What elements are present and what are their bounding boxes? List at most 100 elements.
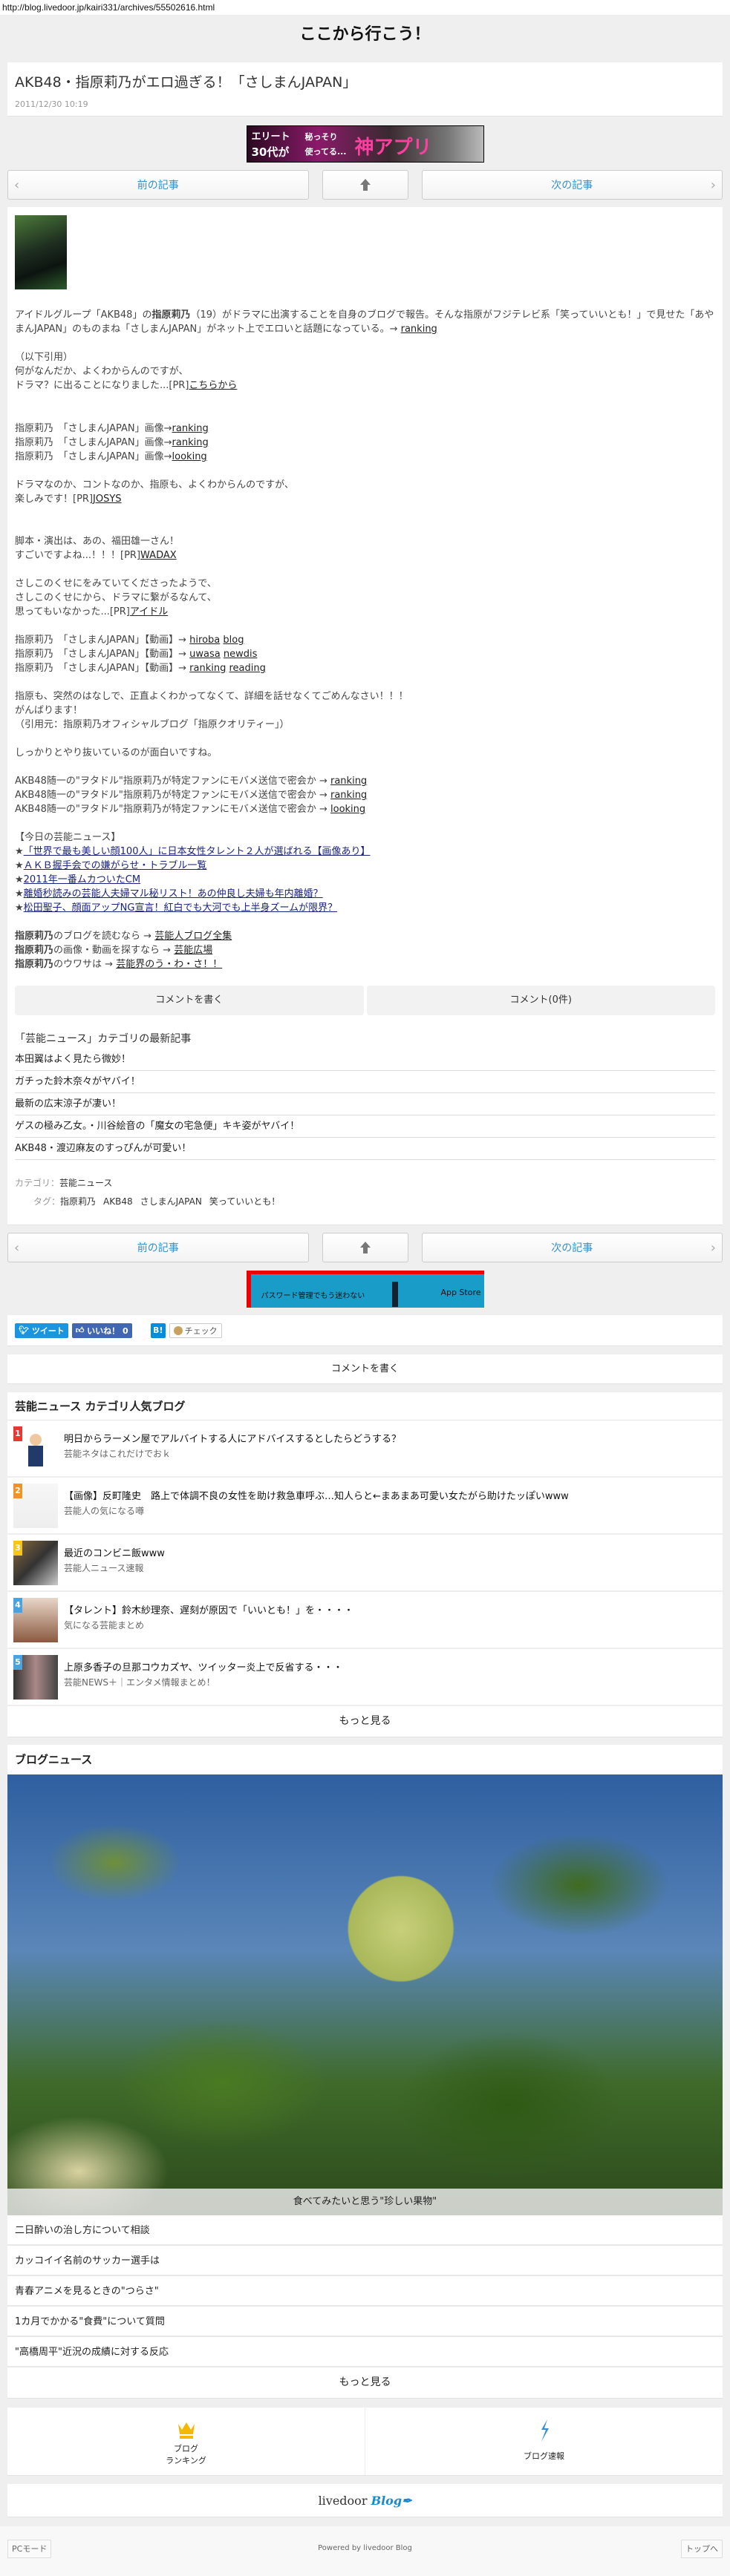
popular-item[interactable]: 1 明日からラーメン屋でアルバイトする人にアドバイスするとしたらどうする？ 芸能ネタ… bbox=[7, 1420, 723, 1478]
body-paragraph: 脚本・演出は、あの、福田雄一さん！ すごいですよね...！！！[PR]WADAX bbox=[15, 534, 715, 563]
featured-news-image[interactable]: 食べてみたいと思う"珍しい果物" bbox=[7, 1774, 723, 2215]
livedoor-blog-logo[interactable]: livedoor Blog✒ bbox=[7, 2484, 723, 2517]
ad-banner-bottom[interactable]: パスワード管理でもう迷わない App Store bbox=[246, 1271, 484, 1308]
body-link[interactable]: アイドル bbox=[130, 606, 168, 617]
prev-article-button[interactable]: ‹ 前の記事 bbox=[7, 1233, 309, 1262]
body-link[interactable]: こちらから bbox=[189, 380, 237, 391]
popular-title[interactable]: 最近のコンビニ飯www bbox=[64, 1545, 165, 1559]
body-text: （以下引用） bbox=[15, 352, 74, 363]
comment-count-button[interactable]: コメント(0件) bbox=[366, 986, 715, 1015]
body-link[interactable]: blog bbox=[223, 635, 244, 646]
body-link[interactable]: ranking bbox=[189, 663, 226, 674]
feather-icon: ✒ bbox=[402, 2494, 412, 2508]
popular-item[interactable]: 2 【画像】反町隆史 路上で体調不良の女性を助け救急車呼ぶ…知人らと←まあまあ可愛… bbox=[7, 1478, 723, 1535]
news-item[interactable]: 1カ月でかかる"食費"について質問 bbox=[7, 2307, 723, 2337]
latest-article-link[interactable]: ゲスの極み乙女。・川谷絵音の「魔女の宅急便」キキ姿がヤバイ！ bbox=[15, 1115, 715, 1138]
body-text: 指原莉乃 「さしまんJAPAN」【動画】→ bbox=[15, 663, 190, 674]
body-text: さしこのくせにから、ドラマに繋がるなんて、 bbox=[15, 592, 217, 603]
next-article-button[interactable]: 次の記事 › bbox=[421, 170, 723, 200]
body-link[interactable]: JOSYS bbox=[93, 494, 122, 505]
tag-link[interactable]: 指原莉乃 bbox=[60, 1196, 96, 1207]
ad-banner-top[interactable]: エリート 30代が 秘っそり 使ってる... 神アプリ bbox=[246, 125, 484, 163]
article-thumbnail[interactable] bbox=[15, 215, 67, 289]
body-link[interactable]: looking bbox=[172, 451, 207, 462]
latest-article-link[interactable]: 最新の広末涼子が凄い！ bbox=[15, 1093, 715, 1115]
category-link[interactable]: 芸能ニュース bbox=[59, 1178, 112, 1188]
like-button[interactable]: 👍︎ いいね！ 0 bbox=[71, 1323, 132, 1338]
body-text: 指原莉乃 「さしまんJAPAN」【動画】→ bbox=[15, 635, 190, 646]
body-link[interactable]: 松田聖子、顔面アップNG宣言！紅白でも大河でも上半身ズームが限界？ bbox=[24, 902, 337, 914]
body-link[interactable]: ranking bbox=[330, 776, 367, 787]
body-text: 思ってもいなかった...[PR] bbox=[15, 606, 130, 617]
body-link[interactable]: ＡＫＢ握手会での嫌がらせ・トラブル一覧 bbox=[24, 860, 207, 871]
blog-ranking-link[interactable]: ブログ ランキング bbox=[7, 2408, 365, 2475]
body-line bbox=[15, 393, 715, 407]
latest-article-link[interactable]: AKB48・渡辺麻友のすっぴんが可愛い！ bbox=[15, 1138, 715, 1160]
tag-link[interactable]: さしまんJAPAN bbox=[140, 1196, 202, 1207]
body-line: ★ＡＫＢ握手会での嫌がらせ・トラブル一覧 bbox=[15, 859, 715, 873]
body-link[interactable]: ranking bbox=[330, 790, 367, 801]
body-link[interactable]: WADAX bbox=[140, 550, 177, 561]
body-paragraph: AKB48随一の"ヲタドル"指原莉乃が特定ファンにモバメ送信で密会か → ran… bbox=[15, 774, 715, 816]
body-link[interactable]: ranking bbox=[172, 423, 209, 434]
popular-more-button[interactable]: もっと見る bbox=[7, 1706, 723, 1737]
article-body: アイドルグループ「AKB48」の指原莉乃（19）がドラマに出演することを自身のブ… bbox=[15, 308, 715, 971]
popular-title[interactable]: 明日からラーメン屋でアルバイトする人にアドバイスするとしたらどうする？ bbox=[64, 1431, 401, 1445]
back-to-top-button[interactable]: トップへ bbox=[681, 2540, 723, 2558]
popular-title[interactable]: 【タレント】鈴木紗理奈、遅刻が原因で「いいとも！」を・・・・ bbox=[64, 1602, 353, 1616]
body-link[interactable]: hiroba bbox=[189, 635, 220, 646]
body-line: 指原莉乃 「さしまんJAPAN」画像→ranking bbox=[15, 436, 715, 450]
popular-item[interactable]: 4 【タレント】鈴木紗理奈、遅刻が原因で「いいとも！」を・・・・ 気になる芸能まとめ bbox=[7, 1592, 723, 1649]
blog-news-more-button[interactable]: もっと見る bbox=[7, 2367, 723, 2398]
write-comment-button[interactable]: コメントを書く bbox=[15, 986, 364, 1015]
news-item[interactable]: カッコイイ名前のサッカー選手は bbox=[7, 2246, 723, 2276]
news-item[interactable]: "高橋周平"近況の成績に対する反応 bbox=[7, 2337, 723, 2367]
popular-blog-name: 芸能NEWS＋｜エンタメ情報まとめ！ bbox=[64, 1677, 215, 1688]
body-link[interactable]: ranking bbox=[401, 324, 437, 335]
body-bold-text: 指原莉乃 bbox=[15, 959, 54, 970]
popular-title[interactable]: 【画像】反町隆史 路上で体調不良の女性を助け救急車呼ぶ…知人らと←まあまあ可愛い… bbox=[64, 1488, 569, 1502]
popular-item[interactable]: 5 上原多香子の旦那コウカズヤ、ツイッター炎上で反省する・・・ 芸能NEWS＋｜エン… bbox=[7, 1649, 723, 1706]
body-line: ドラマなのか、コントなのか、指原も、よくわからんのですが、 bbox=[15, 478, 715, 492]
latest-article-link[interactable]: ガチった鈴木奈々がヤバイ！ bbox=[15, 1071, 715, 1093]
body-text: ★ bbox=[15, 888, 24, 899]
site-title[interactable]: ここから行こう！ bbox=[0, 15, 730, 62]
address-bar[interactable]: http://blog.livedoor.jp/kairi331/archive… bbox=[0, 0, 730, 15]
latest-article-link[interactable]: 本田翼はよく見たら微妙！ bbox=[15, 1049, 715, 1071]
body-link[interactable]: uwasa bbox=[189, 649, 221, 660]
next-article-button[interactable]: 次の記事 › bbox=[421, 1233, 723, 1262]
hatena-bookmark-button[interactable]: B! bbox=[150, 1323, 166, 1338]
popular-title[interactable]: 上原多香子の旦那コウカズヤ、ツイッター炎上で反省する・・・ bbox=[64, 1659, 342, 1674]
body-link[interactable]: reading bbox=[229, 663, 265, 674]
tag-link[interactable]: 笑っていいとも！ bbox=[209, 1196, 280, 1207]
write-comment-link[interactable]: コメントを書く bbox=[7, 1354, 723, 1384]
body-link[interactable]: 芸能界のう・わ・さ！！ bbox=[116, 959, 222, 970]
body-link[interactable]: newdis bbox=[224, 649, 258, 660]
footer: PCモード Powered by livedoor Blog トップへ bbox=[0, 2526, 730, 2576]
blog-flash-link[interactable]: ブログ速報 bbox=[365, 2408, 723, 2475]
body-link[interactable]: 2011年一番ムカついたCM bbox=[24, 874, 140, 885]
body-text: AKB48随一の"ヲタドル"指原莉乃が特定ファンにモバメ送信で密会か → bbox=[15, 776, 330, 787]
body-link[interactable]: ranking bbox=[172, 437, 209, 448]
home-button[interactable] bbox=[322, 1233, 408, 1262]
body-link[interactable]: 離婚秒読みの芸能人夫婦マル秘リスト！あの仲良し夫婦も年内離婚？ bbox=[24, 888, 323, 899]
body-link[interactable]: 芸能広場 bbox=[174, 945, 212, 956]
popular-heading: 芸能ニュース カテゴリ人気ブログ bbox=[7, 1392, 723, 1420]
body-line: （引用元：指原莉乃オフィシャルブログ「指原クオリティー」） bbox=[15, 718, 715, 732]
powered-by: Powered by livedoor Blog bbox=[318, 2544, 412, 2552]
news-item[interactable]: 二日酔いの治し方について相談 bbox=[7, 2215, 723, 2246]
news-item[interactable]: 青春アニメを見るときの"つらさ" bbox=[7, 2276, 723, 2307]
body-line: AKB48随一の"ヲタドル"指原莉乃が特定ファンにモバメ送信で密会か → ran… bbox=[15, 788, 715, 802]
popular-item[interactable]: 3 最近のコンビニ飯www 芸能人ニュース速報 bbox=[7, 1535, 723, 1592]
body-link[interactable]: 芸能人ブログ全集 bbox=[154, 931, 232, 942]
home-button[interactable] bbox=[322, 170, 408, 200]
tweet-button[interactable]: 🐦︎ ツイート bbox=[15, 1323, 68, 1338]
featured-news-caption[interactable]: 食べてみたいと思う"珍しい果物" bbox=[7, 2189, 723, 2215]
body-link[interactable]: looking bbox=[330, 804, 365, 815]
prev-article-button[interactable]: ‹ 前の記事 bbox=[7, 170, 309, 200]
mixi-check-button[interactable]: チェック bbox=[169, 1323, 222, 1338]
body-text: 指原莉乃 「さしまんJAPAN」画像→ bbox=[15, 423, 172, 434]
body-paragraph: 【今日の芸能ニュース】 ★「世界で最も美しい顔100人」に日本女性タレント２人が選… bbox=[15, 830, 715, 915]
tag-link[interactable]: AKB48 bbox=[103, 1196, 133, 1207]
body-link[interactable]: 「世界で最も美しい顔100人」に日本女性タレント２人が選ばれる【画像あり】 bbox=[24, 846, 371, 857]
